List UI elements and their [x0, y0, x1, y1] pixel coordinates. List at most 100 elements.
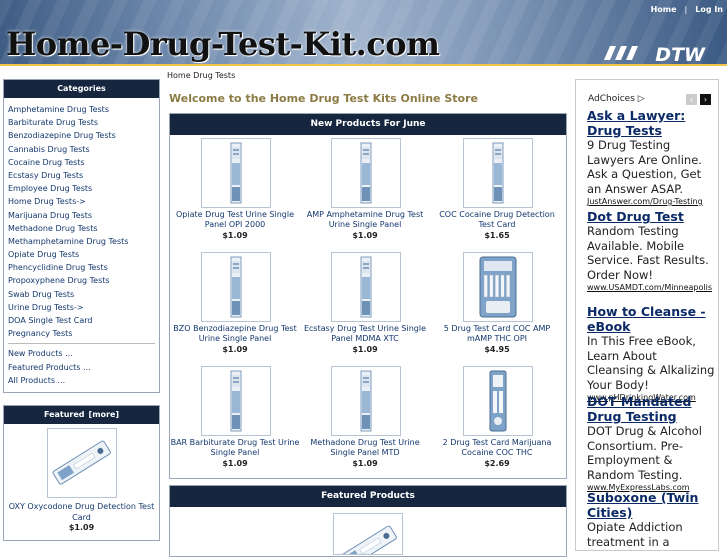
category-link[interactable]: Swab Drug Tests — [8, 288, 159, 301]
categories-title: Categories — [4, 80, 159, 98]
category-link[interactable]: Marijuana Drug Tests — [8, 209, 159, 222]
product-card[interactable]: 2 Drug Test Card Marijuana Cocaine COC T… — [432, 366, 562, 476]
category-link[interactable]: Barbiturate Drug Tests — [8, 116, 159, 129]
site-logo[interactable]: Home-Drug-Test-Kit.com — [6, 25, 440, 63]
ad-body: DOT Drug & Alcohol Consortium. Pre-Emplo… — [587, 424, 702, 482]
product-card[interactable]: Methadone Drug Test Urine Single Panel M… — [300, 366, 430, 476]
top-links: Home | Log In — [651, 5, 723, 14]
product-card[interactable]: COC Cocaine Drug Detection Test Card $1.6… — [432, 138, 562, 248]
category-link[interactable]: Benzodiazepine Drug Tests — [8, 129, 159, 142]
featured-products-thumbnail[interactable] — [333, 513, 403, 555]
ad-title[interactable]: Suboxone (Twin Cities) — [587, 490, 715, 520]
product-image[interactable] — [463, 138, 533, 208]
product-price: $1.09 — [352, 231, 378, 240]
dtw-logo-slashes-icon — [604, 46, 638, 60]
product-name[interactable]: 2 Drug Test Card Marijuana Cocaine COC T… — [432, 438, 562, 458]
featured-product-name[interactable]: OXY Oxycodone Drug Detection Test Card — [6, 501, 157, 523]
link-separator: | — [684, 5, 688, 14]
category-divider — [8, 343, 155, 345]
product-name[interactable]: Ecstasy Drug Test Urine Single Panel MDM… — [300, 324, 430, 344]
product-card[interactable]: AMP Amphetamine Drug Test Urine Single P… — [300, 138, 430, 248]
category-link[interactable]: Amphetamine Drug Tests — [8, 103, 159, 116]
home-link[interactable]: Home — [651, 5, 677, 14]
login-link[interactable]: Log In — [695, 5, 723, 14]
product-image[interactable] — [201, 138, 271, 208]
adchoices-icon: ▷ — [637, 94, 645, 104]
ad-body: In This Free eBook, Learn About Cleansin… — [587, 334, 715, 392]
ad-prev-icon[interactable]: ‹ — [686, 94, 697, 105]
site-header: Home-Drug-Test-Kit.com Home | Log In DTW — [0, 0, 727, 66]
featured-title: Featured [more] — [4, 406, 159, 424]
product-price: $4.95 — [484, 345, 510, 354]
breadcrumb[interactable]: Home Drug Tests — [167, 71, 235, 80]
ad-title[interactable]: Ask a Lawyer: Drug Tests — [587, 108, 715, 138]
ad-next-icon[interactable]: › — [700, 94, 711, 105]
category-link[interactable]: Home Drug Tests-> — [8, 195, 159, 208]
category-link[interactable]: DOA Single Test Card — [8, 314, 159, 327]
product-image[interactable] — [331, 366, 401, 436]
ad-title[interactable]: How to Cleanse - eBook — [587, 304, 715, 334]
category-link[interactable]: Propoxyphene Drug Tests — [8, 274, 159, 287]
ad-unit[interactable]: How to Cleanse - eBook In This Free eBook… — [587, 304, 715, 403]
product-price: $1.09 — [222, 345, 248, 354]
product-image[interactable] — [463, 252, 533, 322]
product-name[interactable]: Opiate Drug Test Urine Single Panel OPI … — [170, 210, 300, 230]
ad-url[interactable]: JustAnswer.com/Drug-Testing — [587, 196, 715, 207]
product-image[interactable] — [331, 252, 401, 322]
product-list-link[interactable]: New Products ... — [8, 347, 159, 360]
ad-title[interactable]: DOT Mandated Drug Testing — [587, 394, 715, 424]
category-link[interactable]: Employee Drug Tests — [8, 182, 159, 195]
featured-more-link[interactable]: [more] — [89, 410, 120, 419]
category-link[interactable]: Cocaine Drug Tests — [8, 156, 159, 169]
category-link[interactable]: Ecstasy Drug Tests — [8, 169, 159, 182]
product-image[interactable] — [331, 138, 401, 208]
adchoices-text: AdChoices — [588, 94, 635, 104]
category-link[interactable]: Urine Drug Tests-> — [8, 301, 159, 314]
product-list-link[interactable]: Featured Products ... — [8, 361, 159, 374]
categories-list: Amphetamine Drug Tests Barbiturate Drug T… — [4, 103, 159, 387]
featured-title-label: Featured — [43, 410, 85, 419]
product-image[interactable] — [201, 252, 271, 322]
ad-unit[interactable]: DOT Mandated Drug Testing DOT Drug & Alco… — [587, 394, 715, 493]
product-name[interactable]: 5 Drug Test Card COC AMP mAMP THC OPI — [432, 324, 562, 344]
product-price: $1.09 — [222, 231, 248, 240]
ad-unit[interactable]: Suboxone (Twin Cities) Opiate Addiction t… — [587, 490, 715, 549]
product-card[interactable]: BAR Barbiturate Drug Test Urine Single P… — [170, 366, 300, 476]
ad-url[interactable]: www.USAMDT.com/Minneapolis — [587, 282, 715, 293]
dtw-brand-mark: DTW — [655, 44, 705, 66]
product-name[interactable]: Methadone Drug Test Urine Single Panel M… — [300, 438, 430, 458]
featured-product-image[interactable] — [47, 428, 117, 498]
product-image[interactable] — [201, 366, 271, 436]
category-link[interactable]: Opiate Drug Tests — [8, 248, 159, 261]
featured-products-title: Featured Products — [170, 486, 566, 507]
product-card[interactable]: Ecstasy Drug Test Urine Single Panel MDM… — [300, 252, 430, 362]
product-name[interactable]: COC Cocaine Drug Detection Test Card — [432, 210, 562, 230]
category-link[interactable]: Pregnancy Tests — [8, 327, 159, 340]
category-link[interactable]: Phencyclidine Drug Tests — [8, 261, 159, 274]
product-name[interactable]: BAR Barbiturate Drug Test Urine Single P… — [170, 438, 300, 458]
ad-unit[interactable]: Dot Drug Test Random Testing Available. M… — [587, 209, 715, 293]
product-price: $1.09 — [352, 459, 378, 468]
category-link[interactable]: Cannabis Drug Tests — [8, 143, 159, 156]
adchoices-label[interactable]: AdChoices ▷ — [588, 94, 645, 104]
header-accent-bar — [0, 64, 727, 66]
featured-products-box: Featured Products — [169, 485, 567, 557]
page-title: Welcome to the Home Drug Test Kits Onlin… — [169, 92, 478, 105]
product-name[interactable]: AMP Amphetamine Drug Test Urine Single P… — [300, 210, 430, 230]
product-name[interactable]: BZO Benzodiazepine Drug Test Urine Singl… — [170, 324, 300, 344]
ad-body: 9 Drug Testing Lawyers Are Online. Ask a… — [587, 138, 702, 196]
categories-box: Categories Amphetamine Drug Tests Barbitu… — [3, 79, 160, 393]
product-price: $1.09 — [352, 345, 378, 354]
category-link[interactable]: Methadone Drug Tests — [8, 222, 159, 235]
ad-unit[interactable]: Ask a Lawyer: Drug Tests 9 Drug Testing L… — [587, 108, 715, 207]
product-card[interactable]: Opiate Drug Test Urine Single Panel OPI … — [170, 138, 300, 248]
ad-panel: AdChoices ▷ ‹ › Ask a Lawyer: Drug Tests… — [575, 79, 719, 551]
product-price: $2.69 — [484, 459, 510, 468]
product-list-link[interactable]: All Products ... — [8, 374, 159, 387]
product-image[interactable] — [463, 366, 533, 436]
product-card[interactable]: 5 Drug Test Card COC AMP mAMP THC OPI $4.… — [432, 252, 562, 362]
featured-product-price: $1.09 — [68, 523, 95, 532]
category-link[interactable]: Methamphetamine Drug Tests — [8, 235, 159, 248]
product-card[interactable]: BZO Benzodiazepine Drug Test Urine Singl… — [170, 252, 300, 362]
ad-title[interactable]: Dot Drug Test — [587, 209, 715, 224]
